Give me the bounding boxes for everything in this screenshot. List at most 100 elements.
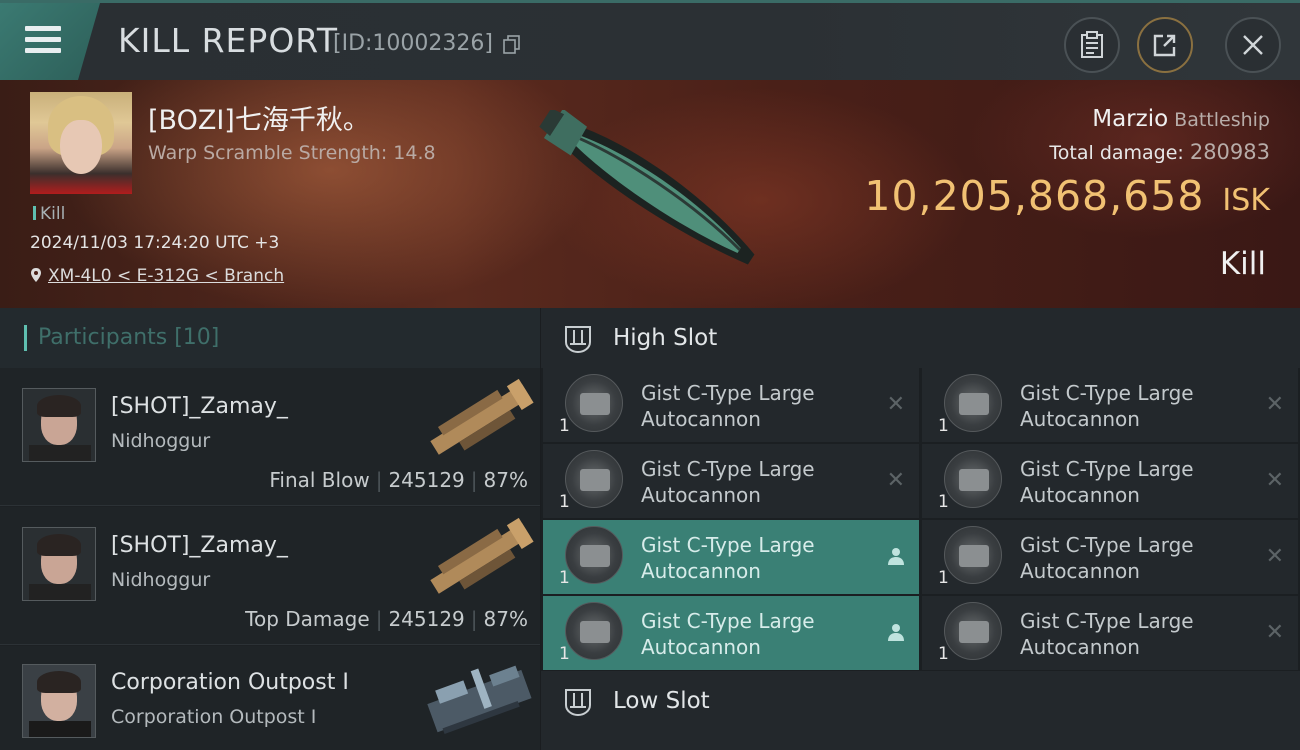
fitting-panel: High Slot 1 Gist C-Type Large Autocannon… <box>541 308 1300 750</box>
isk-value: 10,205,868,658 ISK <box>864 172 1270 220</box>
location[interactable]: XM-4L0 < E-312G < Branch <box>30 266 284 286</box>
total-damage-label: Total damage: <box>1049 142 1184 164</box>
module-quantity: 1 <box>938 416 949 436</box>
page-title: KILL REPORT <box>118 21 338 60</box>
participant-ship-image <box>430 517 534 594</box>
header-bar: KILL REPORT [ID:10002326] <box>0 0 1300 80</box>
module-slot[interactable]: 1 Gist C-Type Large Autocannon ✕ <box>922 368 1298 442</box>
module-name: Gist C-Type Large Autocannon <box>641 609 815 659</box>
autocannon-icon <box>944 450 1002 508</box>
participant-stats: Final Blow | 245129 | 87% <box>269 468 528 492</box>
kill-marker <box>33 206 36 220</box>
participant-avatar[interactable] <box>22 388 96 462</box>
warp-scramble-strength: Warp Scramble Strength: 14.8 <box>148 142 436 164</box>
participant-row[interactable]: [SHOT]_Zamay_ Nidhoggur Final Blow | 24512… <box>0 368 540 506</box>
destroyed-icon: ✕ <box>1265 468 1284 493</box>
autocannon-icon <box>565 602 623 660</box>
participants-panel: Participants [10] [SHOT]_Zamay_ Nidhoggu… <box>0 308 540 750</box>
avatar-hair <box>37 534 81 556</box>
module-quantity: 1 <box>938 492 949 512</box>
module-quantity: 1 <box>938 568 949 588</box>
participant-role: Top Damage <box>245 607 370 631</box>
module-name: Gist C-Type Large Autocannon <box>1020 457 1194 507</box>
participant-damage: 245129 <box>388 607 465 631</box>
autocannon-icon <box>565 374 623 432</box>
participant-role: Final Blow <box>269 468 370 492</box>
total-damage-value: 280983 <box>1189 140 1270 164</box>
dropped-icon <box>888 548 904 565</box>
participant-name: [SHOT]_Zamay_ <box>111 394 288 419</box>
participant-avatar[interactable] <box>22 527 96 601</box>
participants-header: Participants [10] <box>0 308 540 368</box>
stat-separator: | <box>470 607 478 631</box>
low-slot-row[interactable] <box>541 731 1300 750</box>
autocannon-icon <box>944 374 1002 432</box>
isk-currency: ISK <box>1222 183 1270 218</box>
ship-name[interactable]: Marzio <box>1092 106 1168 132</box>
module-name: Gist C-Type Large Autocannon <box>1020 609 1194 659</box>
total-damage: Total damage: 280983 <box>1049 140 1270 164</box>
low-slot-label: Low Slot <box>613 688 710 714</box>
dropped-icon <box>888 624 904 641</box>
module-slot[interactable]: 1 Gist C-Type Large Autocannon <box>543 596 919 670</box>
avatar-face <box>60 120 102 174</box>
copy-icon[interactable] <box>503 35 521 55</box>
isk-amount: 10,205,868,658 <box>864 172 1205 220</box>
participant-avatar[interactable] <box>22 664 96 738</box>
participant-ship-image <box>430 378 534 455</box>
module-quantity: 1 <box>559 644 570 664</box>
module-slot[interactable]: 1 Gist C-Type Large Autocannon ✕ <box>922 520 1298 594</box>
kill-id: [ID:10002326] <box>333 31 493 56</box>
stat-separator: | <box>375 607 383 631</box>
participant-ship: Nidhoggur <box>111 430 211 452</box>
ship-class: Battleship <box>1174 109 1270 131</box>
kill-datetime: 2024/11/03 17:24:20 UTC +3 <box>30 233 280 253</box>
participant-row[interactable]: [SHOT]_Zamay_ Nidhoggur Top Damage | 24512… <box>0 507 540 645</box>
module-name: Gist C-Type Large Autocannon <box>641 381 815 431</box>
destroyed-icon: ✕ <box>1265 620 1284 645</box>
participant-row[interactable]: Corporation Outpost I Corporation Outpos… <box>0 646 540 750</box>
destroyed-icon: ✕ <box>886 468 905 493</box>
module-slot[interactable]: 1 Gist C-Type Large Autocannon ✕ <box>922 596 1298 670</box>
module-name: Gist C-Type Large Autocannon <box>1020 533 1194 583</box>
victim-name[interactable]: [BOZI]七海千秋。 <box>148 98 370 137</box>
clipboard-button[interactable] <box>1064 17 1120 73</box>
low-slot-icon <box>565 689 591 717</box>
close-button[interactable] <box>1225 17 1281 73</box>
avatar-hair <box>37 395 81 417</box>
menu-icon-bar <box>25 37 61 42</box>
outpost-image <box>427 665 532 735</box>
module-slot[interactable]: 1 Gist C-Type Large Autocannon <box>543 520 919 594</box>
autocannon-icon <box>565 526 623 584</box>
participant-ship: Nidhoggur <box>111 569 211 591</box>
high-slot-icon <box>565 326 591 354</box>
share-button[interactable] <box>1137 17 1193 73</box>
location-link[interactable]: XM-4L0 < E-312G < Branch <box>48 266 284 286</box>
menu-button[interactable] <box>0 3 100 80</box>
autocannon-icon <box>944 602 1002 660</box>
module-name: Gist C-Type Large Autocannon <box>1020 381 1194 431</box>
avatar-hair <box>37 671 81 693</box>
high-slot-header: High Slot <box>541 308 1300 368</box>
module-name: Gist C-Type Large Autocannon <box>641 533 815 583</box>
victim-avatar[interactable] <box>30 92 132 194</box>
participants-label[interactable]: Participants [10] <box>38 325 219 350</box>
destroyed-icon: ✕ <box>886 392 905 417</box>
location-pin-icon <box>31 268 41 282</box>
module-slot[interactable]: 1 Gist C-Type Large Autocannon ✕ <box>543 368 919 442</box>
result-label: Kill <box>1219 246 1266 282</box>
module-quantity: 1 <box>938 644 949 664</box>
participants-marker <box>24 325 27 351</box>
participant-stats: Top Damage | 245129 | 87% <box>245 607 528 631</box>
avatar-body <box>29 721 91 737</box>
participant-percent: 87% <box>483 468 528 492</box>
module-quantity: 1 <box>559 492 570 512</box>
close-icon <box>1243 35 1263 55</box>
menu-icon-bar <box>25 48 61 53</box>
autocannon-icon <box>565 450 623 508</box>
module-slot[interactable]: 1 Gist C-Type Large Autocannon ✕ <box>543 444 919 518</box>
module-slot[interactable]: 1 Gist C-Type Large Autocannon ✕ <box>922 444 1298 518</box>
autocannon-icon <box>944 526 1002 584</box>
participant-damage: 245129 <box>388 468 465 492</box>
stat-separator: | <box>470 468 478 492</box>
